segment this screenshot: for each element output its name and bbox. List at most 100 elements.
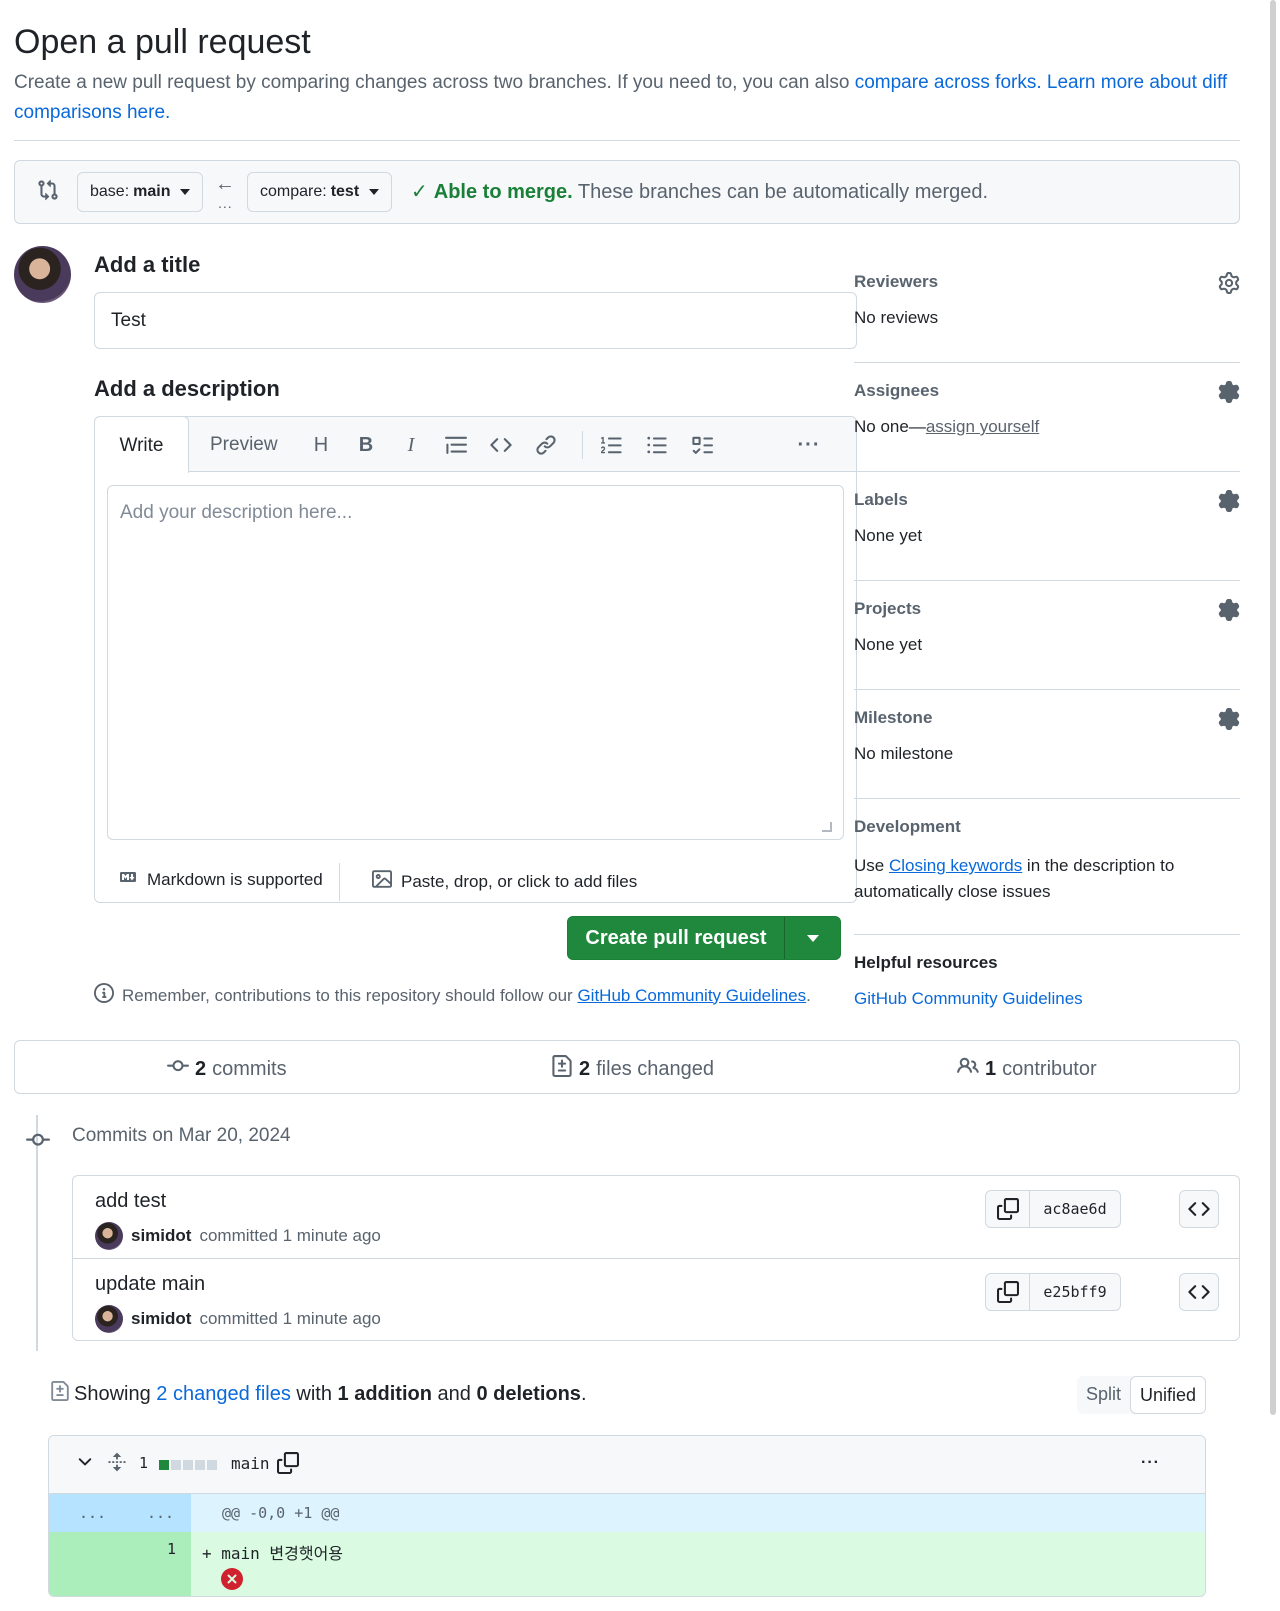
sidebar-reviewers: Reviewers No reviews	[854, 272, 1240, 363]
diffstat-bar	[159, 1460, 217, 1470]
commit-time: committed 1 minute ago	[199, 1309, 381, 1328]
link-icon[interactable]	[532, 431, 560, 459]
code-icon[interactable]	[487, 431, 515, 459]
description-textarea[interactable]: Add your description here...	[107, 485, 844, 840]
deletions-count: 0 deletions	[476, 1382, 581, 1405]
italic-icon[interactable]: I	[397, 431, 425, 459]
heading-icon[interactable]: H	[307, 431, 335, 459]
browse-code-icon[interactable]	[1179, 1273, 1219, 1311]
commit-sha-link[interactable]: e25bff9	[1030, 1274, 1120, 1310]
addition-row: 1 + main 변경햇어용	[49, 1532, 1205, 1596]
file-name-link[interactable]: main	[231, 1454, 270, 1473]
copy-icon[interactable]	[986, 1191, 1030, 1227]
chevron-down-icon[interactable]	[75, 1452, 95, 1477]
tab-write[interactable]: Write	[94, 416, 189, 473]
files-changed-stat[interactable]: 2 files changed	[551, 1055, 714, 1083]
copy-icon[interactable]	[277, 1452, 299, 1479]
gear-icon[interactable]	[1218, 381, 1240, 408]
diffstat-neutral-block	[171, 1460, 181, 1470]
contributors-stat[interactable]: 1 contributor	[957, 1055, 1097, 1083]
community-guidelines-link[interactable]: GitHub Community Guidelines	[577, 986, 806, 1005]
bold-icon[interactable]: B	[352, 431, 380, 459]
reviewers-label[interactable]: Reviewers	[854, 272, 938, 292]
avatar[interactable]	[95, 1305, 123, 1333]
resize-handle-icon[interactable]	[822, 822, 832, 832]
compare-prefix: compare:	[260, 183, 327, 200]
commit-author[interactable]: simidot	[131, 1309, 191, 1329]
copy-icon[interactable]	[986, 1274, 1030, 1310]
compare-branch-select[interactable]: compare: test	[247, 172, 393, 212]
line-number-gutter[interactable]: 1	[49, 1532, 191, 1596]
commit-sha-link[interactable]: ac8ae6d	[1030, 1191, 1120, 1227]
file-header: 1 main ···	[49, 1436, 1205, 1494]
description-editor: Write Preview H B I ··· Add your descrip…	[94, 416, 857, 903]
page: Open a pull request Create a new pull re…	[14, 0, 1240, 1597]
assignees-value: No one—assign yourself	[854, 417, 1039, 437]
browse-code-icon[interactable]	[1179, 1190, 1219, 1228]
guidelines-text: Remember, contributions to this reposito…	[122, 985, 578, 1005]
scrollbar[interactable]	[1270, 0, 1276, 1415]
avatar[interactable]	[95, 1222, 123, 1250]
line-number: 1	[167, 1540, 177, 1558]
gear-icon[interactable]	[1218, 490, 1240, 517]
file-more-icon[interactable]: ···	[1141, 1454, 1160, 1472]
sidebar-projects: Projects None yet	[854, 599, 1240, 690]
gear-icon[interactable]	[1218, 599, 1240, 626]
gear-icon[interactable]	[1218, 272, 1240, 299]
commit-list: add test simidot committed 1 minute ago …	[72, 1175, 1240, 1341]
more-icon[interactable]: ···	[795, 431, 823, 459]
tab-preview[interactable]: Preview	[210, 434, 278, 456]
changed-files-link[interactable]: 2 changed files	[156, 1383, 291, 1405]
page-title: Open a pull request	[14, 23, 311, 61]
quote-icon[interactable]	[442, 431, 470, 459]
assign-yourself-link[interactable]: assign yourself	[926, 417, 1039, 436]
contributors-label: contributor	[1002, 1057, 1097, 1080]
merge-status: ✓ Able to merge. These branches can be au…	[411, 179, 988, 204]
split-view-button[interactable]: Split	[1077, 1376, 1130, 1414]
unfold-icon[interactable]	[107, 1452, 127, 1477]
unified-view-button[interactable]: Unified	[1130, 1376, 1207, 1414]
base-branch-name: main	[133, 183, 171, 200]
avatar[interactable]	[14, 246, 71, 303]
ordered-list-icon[interactable]	[598, 431, 626, 459]
assignees-label[interactable]: Assignees	[854, 381, 939, 401]
diffstat-neutral-block	[207, 1460, 217, 1470]
task-list-icon[interactable]	[688, 431, 716, 459]
sidebar-helpful-resources: Helpful resources GitHub Community Guide…	[854, 953, 1240, 1023]
development-value: Use Closing keywords in the description …	[854, 853, 1194, 905]
projects-label[interactable]: Projects	[854, 599, 921, 619]
gear-icon[interactable]	[1218, 708, 1240, 735]
title-input[interactable]: Test	[94, 292, 857, 349]
commit-title-link[interactable]: add test	[95, 1190, 166, 1213]
unordered-list-icon[interactable]	[643, 431, 671, 459]
closing-keywords-link[interactable]: Closing keywords	[889, 856, 1022, 875]
create-pull-request-button: Create pull request	[567, 916, 841, 960]
list-item: update main simidot committed 1 minute a…	[73, 1258, 1239, 1340]
toolbar-divider	[582, 431, 583, 459]
merge-detail-text: These branches can be automatically merg…	[572, 181, 989, 203]
commit-author[interactable]: simidot	[131, 1226, 191, 1246]
merge-ok-text: Able to merge.	[433, 181, 573, 203]
hunk-old-expand: ...	[79, 1504, 107, 1522]
commits-stat[interactable]: 2 commits	[167, 1055, 287, 1083]
overview-stats: 2 commits 2 files changed 1 contributor	[14, 1040, 1240, 1094]
helpful-resources-label: Helpful resources	[854, 953, 998, 972]
milestone-label[interactable]: Milestone	[854, 708, 932, 728]
base-branch-select[interactable]: base: main	[77, 172, 204, 212]
additions-count: 1 addition	[337, 1382, 432, 1405]
compare-forks-link[interactable]: compare across forks.	[855, 72, 1042, 93]
attach-files[interactable]: Paste, drop, or click to add files	[371, 869, 637, 894]
reviewers-value: No reviews	[854, 308, 939, 327]
create-pull-request-label[interactable]: Create pull request	[568, 917, 785, 959]
create-options-dropdown[interactable]	[785, 934, 840, 942]
commits-label: commits	[212, 1057, 287, 1080]
image-icon	[371, 869, 393, 894]
projects-value: None yet	[854, 635, 923, 654]
labels-label[interactable]: Labels	[854, 490, 908, 510]
markdown-note[interactable]: Markdown is supported	[117, 869, 323, 890]
hunk-header: @@ -0,0 +1 @@	[222, 1504, 340, 1522]
labels-value: None yet	[854, 526, 923, 545]
hunk-gutter[interactable]: ... ...	[49, 1494, 191, 1532]
commit-title-link[interactable]: update main	[95, 1273, 205, 1296]
helpful-guidelines-link[interactable]: GitHub Community Guidelines	[854, 989, 1083, 1009]
